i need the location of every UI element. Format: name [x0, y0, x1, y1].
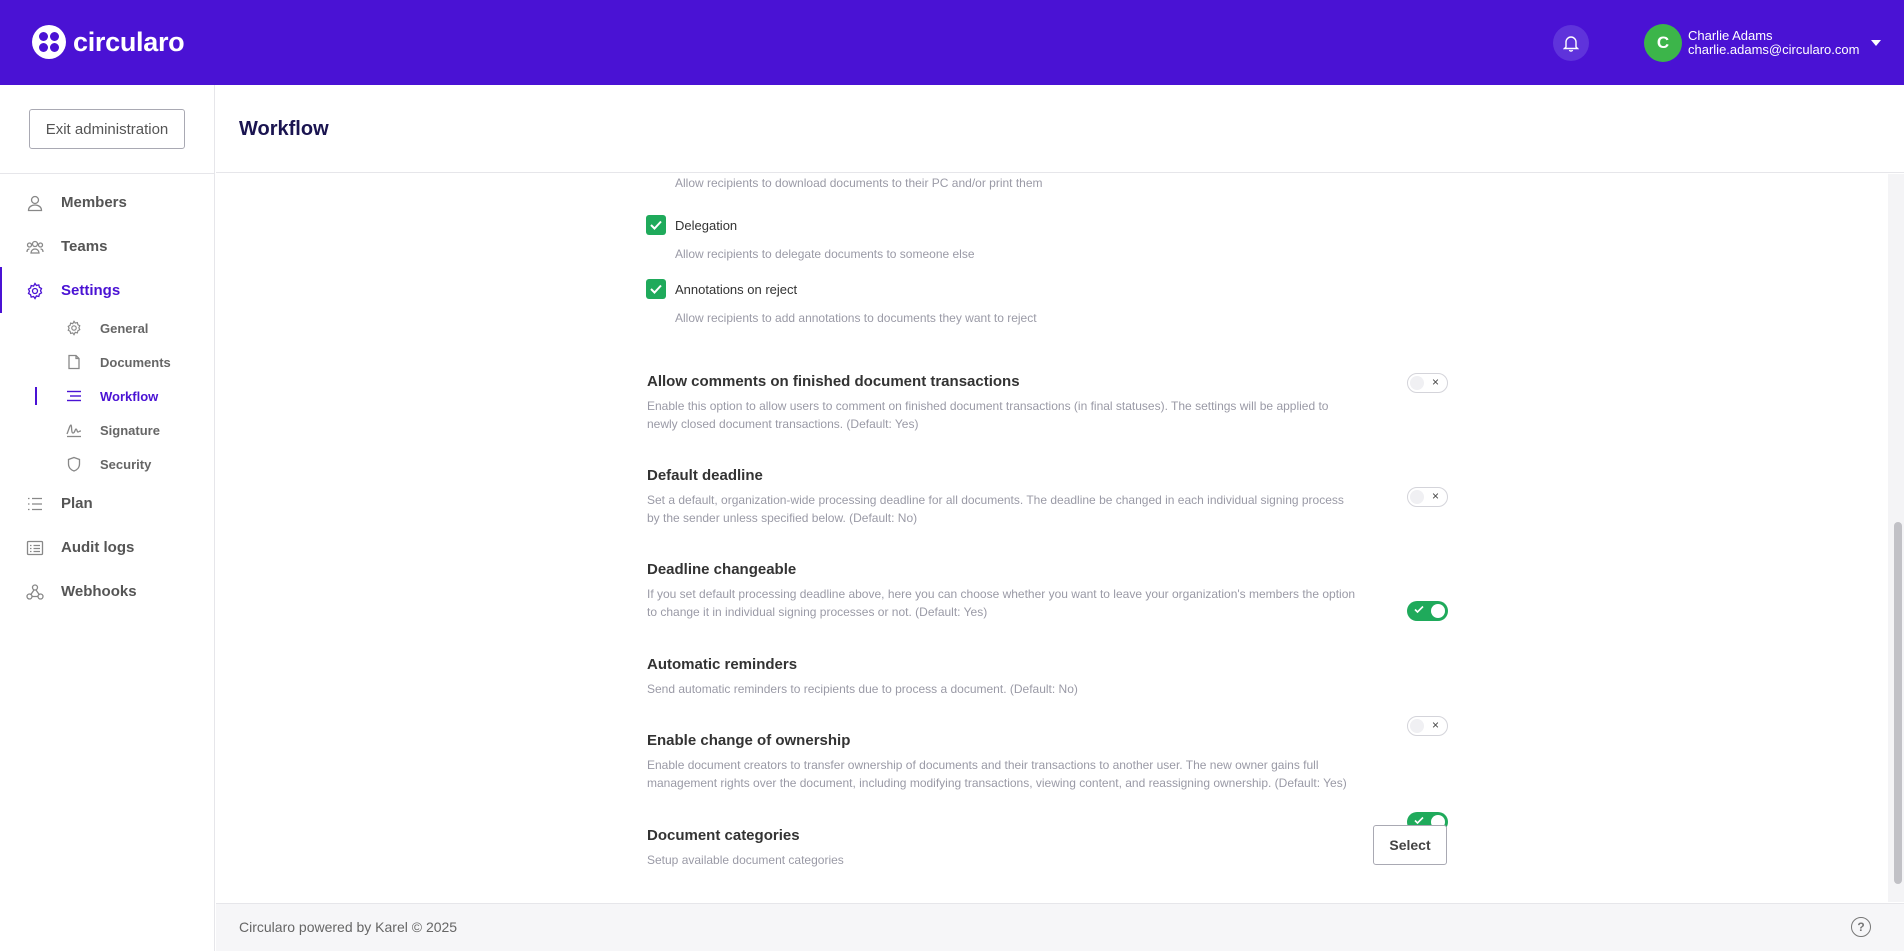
page-title: Workflow — [239, 118, 329, 140]
sidebar-subitem-documents[interactable]: Documents — [0, 351, 214, 375]
sidebar-item-plan[interactable]: Plan — [0, 488, 214, 518]
delegation-checkbox[interactable] — [646, 215, 666, 235]
close-icon: × — [1431, 489, 1439, 503]
setting-description: Enable document creators to transfer own… — [647, 758, 1347, 790]
sidebar-item-label: Teams — [61, 237, 108, 255]
notifications-button[interactable] — [1553, 25, 1589, 61]
annotations-on-reject-label: Annotations on reject — [675, 282, 798, 297]
log-icon — [26, 540, 44, 556]
sidebar-item-audit-logs[interactable]: Audit logs — [0, 532, 214, 562]
sidebar-subitem-security[interactable]: Security — [0, 453, 214, 477]
sidebar-item-webhooks[interactable]: Webhooks — [0, 576, 214, 606]
shield-icon — [67, 456, 81, 472]
user-icon — [27, 195, 43, 212]
exit-administration-button[interactable]: Exit administration — [29, 109, 185, 149]
bell-icon — [1563, 35, 1579, 52]
sidebar-subitem-label: Workflow — [100, 389, 159, 404]
document-icon — [68, 354, 80, 370]
download-option-description: Allow recipients to download documents t… — [675, 176, 1043, 190]
logo-mark-icon — [32, 25, 66, 59]
setting-description: Send automatic reminders to recipients d… — [647, 682, 1078, 696]
help-icon[interactable]: ? — [1851, 917, 1871, 937]
default-deadline-toggle[interactable]: × — [1407, 487, 1448, 507]
scrollbar-thumb[interactable] — [1894, 522, 1902, 884]
divider — [0, 173, 215, 174]
avatar: C — [1644, 24, 1682, 62]
annotations-on-reject-checkbox[interactable] — [646, 279, 666, 299]
sidebar-item-label: Settings — [61, 281, 121, 299]
setting-title: Deadline changeable — [647, 561, 797, 578]
team-icon — [26, 240, 44, 254]
list-icon — [28, 497, 42, 511]
check-icon — [650, 284, 662, 294]
check-icon — [650, 220, 662, 230]
gear-icon — [67, 320, 81, 336]
delegation-label: Delegation — [675, 218, 738, 233]
sidebar-item-label: Members — [61, 193, 127, 211]
close-icon: × — [1431, 718, 1439, 732]
sidebar-item-teams[interactable]: Teams — [0, 231, 214, 261]
allow-comments-toggle[interactable]: × — [1407, 373, 1448, 393]
check-icon — [1414, 605, 1424, 614]
deadline-changeable-toggle[interactable] — [1407, 601, 1448, 621]
user-name: Charlie Adams — [1688, 28, 1773, 43]
gear-icon — [27, 282, 43, 300]
sidebar-subitem-general[interactable]: General — [0, 317, 214, 341]
delegation-description: Allow recipients to delegate documents t… — [675, 247, 975, 261]
setting-description: Set a default, organization-wide process… — [647, 493, 1344, 525]
user-email: charlie.adams@circularo.com — [1688, 42, 1860, 57]
webhook-icon — [26, 584, 44, 600]
check-icon — [1414, 816, 1424, 825]
setting-title: Enable change of ownership — [647, 732, 851, 749]
sidebar-subitem-label: Documents — [100, 355, 171, 370]
circularo-logo[interactable]: circularo — [32, 25, 185, 59]
sidebar: Exit administration Members Teams Settin… — [0, 85, 215, 951]
sidebar-item-settings[interactable]: Settings — [0, 267, 214, 313]
user-menu[interactable]: C Charlie Adams charlie.adams@circularo.… — [1644, 24, 1882, 62]
workflow-icon — [67, 390, 81, 402]
signature-icon — [66, 424, 82, 438]
setting-title: Allow comments on finished document tran… — [647, 373, 1020, 390]
setting-description: Setup available document categories — [647, 853, 844, 867]
page-header: Workflow — [216, 85, 1904, 173]
chevron-down-icon — [1871, 40, 1882, 46]
sidebar-item-label: Audit logs — [61, 538, 135, 556]
sidebar-item-label: Plan — [61, 494, 93, 512]
sidebar-subitem-label: Security — [100, 457, 152, 472]
close-icon: × — [1431, 375, 1439, 389]
footer-text: Circularo powered by Karel © 2025 — [239, 919, 458, 935]
sidebar-subitem-label: General — [100, 321, 149, 336]
setting-description: Enable this option to allow users to com… — [647, 399, 1329, 431]
sidebar-subitem-workflow[interactable]: Workflow — [0, 385, 214, 409]
setting-title: Document categories — [647, 827, 800, 844]
logo-text: circularo — [73, 26, 185, 57]
setting-title: Default deadline — [647, 467, 763, 484]
sidebar-item-label: Webhooks — [61, 582, 137, 600]
footer: Circularo powered by Karel © 2025 ? — [216, 903, 1904, 951]
workflow-settings: Allow recipients to download documents t… — [216, 174, 1888, 902]
setting-title: Automatic reminders — [647, 656, 798, 673]
annotations-on-reject-description: Allow recipients to add annotations to d… — [675, 311, 1037, 325]
top-bar: circularo C Charlie Adams charlie.adams@… — [0, 0, 1904, 85]
sidebar-item-members[interactable]: Members — [0, 187, 214, 217]
select-categories-button[interactable]: Select — [1373, 825, 1447, 865]
setting-description: If you set default processing deadline a… — [647, 587, 1356, 619]
sidebar-subitem-signature[interactable]: Signature — [0, 419, 214, 443]
sidebar-subitem-label: Signature — [100, 423, 160, 438]
automatic-reminders-toggle[interactable]: × — [1407, 716, 1448, 736]
